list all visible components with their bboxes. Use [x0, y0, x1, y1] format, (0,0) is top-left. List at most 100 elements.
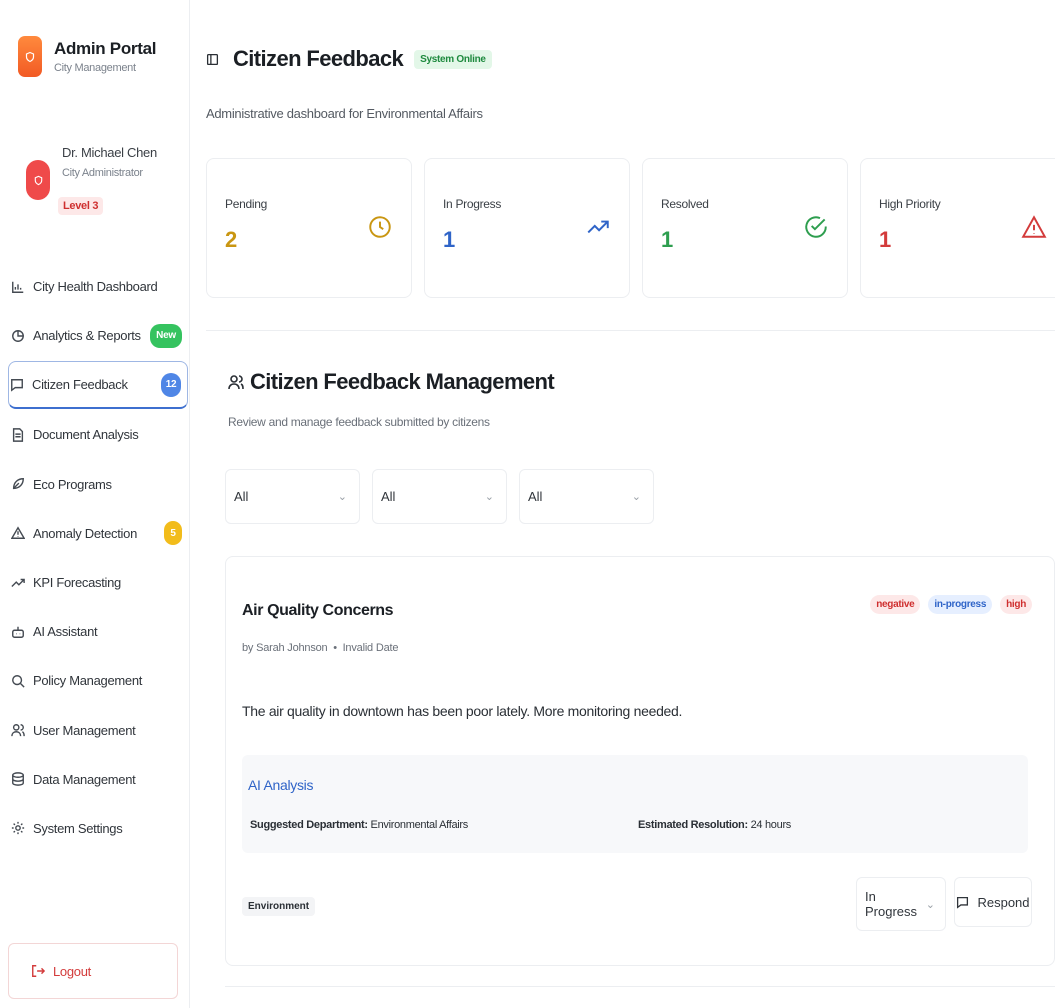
filter-select-3[interactable]: All ⌄ — [519, 469, 654, 524]
stats-row: Pending 2 In Progress 1 Resolved 1 High … — [206, 158, 1055, 298]
ai-analysis-box: AI Analysis Suggested Department: Enviro… — [242, 755, 1028, 853]
trending-up-icon — [10, 575, 26, 591]
status-tag: in-progress — [928, 595, 993, 614]
sidebar-item-label: Citizen Feedback — [32, 377, 128, 393]
sidebar: Admin Portal City Management Dr. Michael… — [0, 0, 190, 1008]
priority-tag: high — [1000, 595, 1032, 614]
filter-value: All — [381, 489, 396, 504]
logout-label: Logout — [53, 963, 91, 979]
sentiment-tag: negative — [870, 595, 921, 614]
clock-icon — [367, 214, 393, 240]
sidebar-item-label: Anomaly Detection — [33, 525, 138, 541]
suggested-department-label: Suggested Department: — [250, 819, 368, 831]
stat-label: In Progress — [443, 197, 502, 211]
user-name: Dr. Michael Chen — [62, 145, 157, 160]
sidebar-item-label: Data Management — [33, 771, 136, 787]
page-header: Citizen Feedback System Online — [206, 46, 492, 72]
stat-value: 1 — [879, 227, 892, 252]
sidebar-item-kpi-forecasting[interactable]: KPI Forecasting — [8, 558, 188, 607]
sidebar-item-anomaly-detection[interactable]: Anomaly Detection 5 — [8, 509, 188, 558]
file-text-icon — [10, 427, 26, 443]
ai-analysis-title: AI Analysis — [248, 777, 314, 793]
sidebar-item-label: User Management — [33, 722, 136, 738]
feedback-tags: negative in-progress high — [862, 595, 1032, 614]
sidebar-item-label: Analytics & Reports — [33, 328, 141, 344]
sidebar-item-system-settings[interactable]: System Settings — [8, 804, 188, 853]
sidebar-item-label: AI Assistant — [33, 624, 98, 640]
sidebar-toggle-icon[interactable] — [206, 53, 219, 66]
user-level-badge: Level 3 — [58, 197, 104, 215]
section-title-text: Citizen Feedback Management — [250, 369, 555, 394]
sidebar-item-ai-assistant[interactable]: AI Assistant — [8, 607, 188, 656]
estimated-resolution: Estimated Resolution: 24 hours — [638, 819, 791, 831]
user-profile: Dr. Michael Chen City Administrator Leve… — [26, 145, 166, 225]
feedback-title: Air Quality Concerns — [242, 602, 394, 619]
filter-value: All — [528, 489, 543, 504]
leaf-icon — [10, 476, 26, 492]
count-badge: 12 — [161, 372, 181, 397]
stat-value: 1 — [443, 227, 456, 252]
sidebar-item-analytics-reports[interactable]: Analytics & Reports New — [8, 311, 188, 360]
feedback-meta: by Sarah Johnson • Invalid Date — [242, 642, 398, 654]
stat-card-pending: Pending 2 — [206, 158, 412, 298]
page-title: Citizen Feedback — [233, 46, 404, 71]
chevron-down-icon: ⌄ — [337, 491, 347, 503]
sidebar-item-label: Document Analysis — [33, 427, 139, 443]
user-role: City Administrator — [62, 167, 143, 179]
sidebar-item-user-management[interactable]: User Management — [8, 706, 188, 755]
stat-label: Resolved — [661, 197, 709, 211]
shield-logo-icon — [18, 36, 42, 77]
sidebar-item-policy-management[interactable]: Policy Management — [8, 656, 188, 705]
brand: Admin Portal City Management — [18, 36, 156, 77]
category-badge: Environment — [242, 897, 316, 916]
pie-chart-icon — [10, 328, 26, 344]
message-square-icon — [957, 896, 969, 909]
database-icon — [10, 771, 26, 787]
feedback-date: Invalid Date — [342, 642, 399, 654]
stat-label: High Priority — [879, 197, 941, 211]
sidebar-item-label: Policy Management — [33, 673, 143, 689]
chevron-down-icon: ⌄ — [925, 898, 935, 911]
suggested-department-value: Environmental Affairs — [370, 819, 469, 831]
stat-card-high-priority: High Priority 1 — [860, 158, 1055, 298]
chevron-down-icon: ⌄ — [484, 491, 494, 503]
sidebar-item-document-analysis[interactable]: Document Analysis — [8, 410, 188, 459]
sidebar-item-citizen-feedback[interactable]: Citizen Feedback 12 — [8, 361, 188, 410]
alert-triangle-icon — [1021, 214, 1047, 240]
filter-bar: All ⌄ All ⌄ All ⌄ — [225, 469, 666, 524]
count-badge: 5 — [164, 521, 182, 546]
brand-title: Admin Portal — [54, 39, 157, 58]
meta-separator: • — [330, 642, 340, 654]
respond-button[interactable]: Respond — [954, 877, 1032, 927]
sidebar-item-label: Eco Programs — [33, 476, 112, 492]
status-select[interactable]: In Progress ⌄ — [856, 877, 946, 931]
chevron-down-icon: ⌄ — [631, 491, 641, 503]
logout-button[interactable]: Logout — [8, 943, 178, 999]
sidebar-item-eco-programs[interactable]: Eco Programs — [8, 460, 188, 509]
feedback-card: Air Quality Concerns by Sarah Johnson • … — [225, 556, 1055, 966]
sidebar-item-data-management[interactable]: Data Management — [8, 755, 188, 804]
trending-up-icon — [585, 214, 611, 240]
status-badge: System Online — [414, 49, 492, 69]
respond-label: Respond — [977, 894, 1030, 910]
sidebar-nav: City Health Dashboard Analytics & Report… — [8, 262, 188, 853]
stat-value: 2 — [225, 227, 238, 252]
next-feedback-card — [225, 986, 1055, 1008]
avatar-shield-icon — [26, 160, 50, 200]
filter-select-1[interactable]: All ⌄ — [225, 469, 360, 524]
section-title: Citizen Feedback Management — [228, 369, 555, 395]
brand-subtitle: City Management — [54, 62, 136, 74]
filter-select-2[interactable]: All ⌄ — [372, 469, 507, 524]
new-badge: New — [150, 323, 182, 348]
search-icon — [10, 673, 26, 689]
users-icon — [228, 375, 244, 390]
sidebar-item-label: KPI Forecasting — [33, 575, 121, 591]
section-subtitle: Review and manage feedback submitted by … — [228, 415, 490, 429]
filter-value: All — [234, 489, 249, 504]
stat-card-resolved: Resolved 1 — [642, 158, 848, 298]
sidebar-item-label: City Health Dashboard — [33, 279, 158, 295]
alert-triangle-icon — [10, 525, 26, 541]
message-square-icon — [9, 377, 25, 393]
sidebar-item-city-health-dashboard[interactable]: City Health Dashboard — [8, 262, 188, 311]
feedback-management-section: Citizen Feedback Management Review and m… — [206, 330, 1055, 1008]
